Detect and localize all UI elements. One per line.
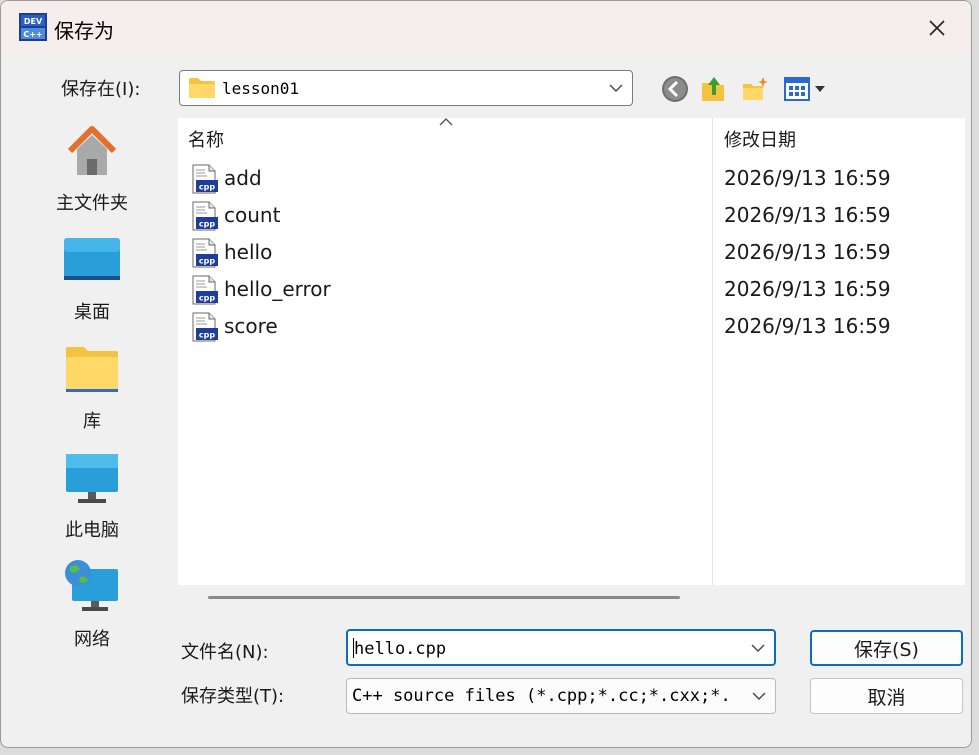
sort-up-icon (439, 118, 453, 126)
desktop-icon (64, 238, 120, 280)
place-label: 网络 (74, 629, 110, 650)
file-row[interactable]: cpp hello 2026/9/13 16:59 (178, 236, 965, 272)
chevron-down-icon[interactable] (608, 81, 624, 95)
save-in-label: 保存在(I): (61, 79, 141, 100)
file-name: count (224, 203, 281, 227)
file-modified-date: 2026/9/13 16:59 (724, 240, 891, 264)
cpp-file-icon: cpp (192, 238, 218, 268)
library-folder-icon (66, 347, 118, 392)
view-menu-button[interactable] (782, 74, 830, 104)
up-folder-button[interactable] (699, 74, 729, 104)
back-icon (662, 76, 688, 102)
cpp-file-icon: cpp (192, 275, 218, 305)
new-folder-icon (743, 77, 768, 100)
close-button[interactable] (917, 11, 957, 45)
filetype-combobox[interactable]: C++ source files (*.cpp;*.cc;*.cxx;*. (346, 678, 776, 714)
place-network[interactable]: 网络 (12, 557, 172, 657)
place-label: 桌面 (74, 302, 110, 323)
close-icon (929, 20, 945, 36)
chevron-down-icon[interactable] (751, 689, 767, 703)
file-list[interactable]: 名称 修改日期 cpp add 2026/9/13 16:59 cpp count 202… (178, 118, 965, 585)
places-bar: 主文件夹 桌面 库 此电脑 网络 (12, 113, 172, 743)
back-button[interactable] (660, 74, 690, 104)
file-row[interactable]: cpp add 2026/9/13 16:59 (178, 162, 965, 198)
file-row[interactable]: cpp count 2026/9/13 16:59 (178, 199, 965, 235)
place-desktop[interactable]: 桌面 (12, 230, 172, 330)
svg-text:cpp: cpp (199, 183, 215, 192)
file-name: add (224, 166, 262, 190)
home-icon (67, 126, 117, 175)
horizontal-scrollbar[interactable] (178, 585, 965, 611)
svg-text:cpp: cpp (199, 220, 215, 229)
up-folder-icon (702, 77, 724, 101)
file-modified-date: 2026/9/13 16:59 (724, 166, 891, 190)
cpp-file-icon: cpp (192, 164, 218, 194)
scrollbar-thumb[interactable] (208, 596, 680, 599)
file-modified-date: 2026/9/13 16:59 (724, 203, 891, 227)
file-row[interactable]: cpp score 2026/9/13 16:59 (178, 310, 965, 346)
network-icon (65, 560, 118, 611)
filetype-value: C++ source files (*.cpp;*.cc;*.cxx;*. (352, 686, 731, 706)
place-this-pc[interactable]: 此电脑 (12, 448, 172, 548)
place-home[interactable]: 主文件夹 (12, 121, 172, 221)
svg-text:cpp: cpp (199, 294, 215, 303)
save-in-value: lesson01 (222, 79, 300, 98)
filetype-label: 保存类型(T): (181, 686, 285, 707)
folder-icon (189, 78, 215, 98)
place-label: 库 (83, 411, 101, 432)
save-button[interactable]: 保存(S) (810, 630, 963, 666)
file-modified-date: 2026/9/13 16:59 (724, 277, 891, 301)
file-name: hello (224, 240, 273, 264)
svg-text:C++: C++ (23, 30, 42, 39)
computer-icon (66, 454, 118, 503)
file-name: score (224, 314, 278, 338)
cancel-button[interactable]: 取消 (810, 678, 963, 714)
place-label: 此电脑 (65, 520, 119, 541)
filename-label: 文件名(N): (181, 642, 269, 663)
cpp-file-icon: cpp (192, 201, 218, 231)
file-name: hello_error (224, 277, 331, 301)
filename-input[interactable]: hello.cpp (354, 639, 446, 659)
window-title: 保存为 (54, 19, 114, 43)
file-row[interactable]: cpp hello_error 2026/9/13 16:59 (178, 273, 965, 309)
save-in-combobox[interactable]: lesson01 (179, 70, 633, 106)
new-folder-button[interactable] (740, 74, 770, 104)
svg-text:cpp: cpp (199, 331, 215, 340)
svg-text:DEV: DEV (24, 17, 43, 26)
save-dialog: DEV C++ 保存为 保存在(I): lesson01 主文件夹 桌面 库 此… (0, 0, 972, 748)
title-bar[interactable]: DEV C++ 保存为 (1, 1, 971, 56)
chevron-down-icon[interactable] (750, 641, 766, 655)
view-menu-icon (784, 77, 825, 101)
file-modified-date: 2026/9/13 16:59 (724, 314, 891, 338)
filename-combobox[interactable]: hello.cpp (346, 629, 776, 666)
cpp-file-icon: cpp (192, 312, 218, 342)
devcpp-icon: DEV C++ (19, 13, 47, 41)
place-label: 主文件夹 (56, 193, 128, 214)
svg-text:cpp: cpp (199, 257, 215, 266)
column-header-modified[interactable]: 修改日期 (724, 126, 796, 152)
column-header-name[interactable]: 名称 (188, 126, 224, 152)
place-library[interactable]: 库 (12, 339, 172, 439)
